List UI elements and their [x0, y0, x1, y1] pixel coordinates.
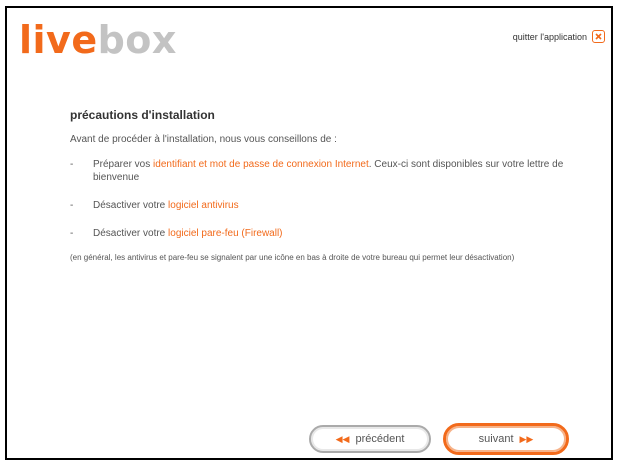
- list-item-highlight: logiciel antivirus: [168, 200, 239, 211]
- double-chevron-right-icon: ▶▶: [519, 433, 534, 444]
- antivirus-note: (en général, les antivirus et pare-feu s…: [70, 253, 515, 262]
- logo-box: box: [97, 18, 177, 62]
- next-button[interactable]: suivant ▶▶: [443, 423, 569, 455]
- next-label: suivant: [478, 433, 514, 445]
- intro-text: Avant de procéder à l'installation, nous…: [70, 134, 337, 145]
- list-item-prefix: Désactiver votre: [93, 228, 169, 239]
- bullet-dash: -: [70, 200, 74, 211]
- bullet-dash: -: [70, 159, 74, 170]
- quit-label[interactable]: quitter l'application: [513, 32, 587, 42]
- list-item-prefix: Désactiver votre: [93, 200, 169, 211]
- precaution-list: - Préparer vos identifiant et mot de pas…: [70, 158, 580, 240]
- main-content: précautions d'installation Avant de proc…: [70, 108, 580, 263]
- previous-button[interactable]: ◀◀ précédent: [309, 425, 431, 453]
- quit-application[interactable]: quitter l'application: [513, 30, 605, 43]
- bullet-dash: -: [70, 228, 74, 239]
- list-item-highlight: identifiant et mot de passe de connexion…: [153, 159, 369, 170]
- app-window: livebox quitter l'application précaution…: [5, 6, 613, 460]
- double-chevron-left-icon: ◀◀: [335, 433, 350, 444]
- logo-live: live: [19, 18, 98, 62]
- livebox-logo: livebox: [19, 18, 177, 62]
- list-item-text: Désactiver votre logiciel antivirus: [93, 199, 239, 212]
- list-item-prefix: Préparer vos: [93, 159, 154, 170]
- close-icon[interactable]: [592, 30, 605, 43]
- list-item-text: Désactiver votre logiciel pare-feu (Fire…: [93, 227, 283, 240]
- list-item: - Préparer vos identifiant et mot de pas…: [70, 158, 580, 184]
- list-item: - Désactiver votre logiciel pare-feu (Fi…: [70, 227, 580, 240]
- list-item-highlight: logiciel pare-feu (Firewall): [168, 228, 283, 239]
- list-item-text: Préparer vos identifiant et mot de passe…: [93, 158, 580, 184]
- previous-label: précédent: [355, 433, 405, 445]
- page-title: précautions d'installation: [70, 108, 215, 122]
- list-item: - Désactiver votre logiciel antivirus: [70, 199, 580, 212]
